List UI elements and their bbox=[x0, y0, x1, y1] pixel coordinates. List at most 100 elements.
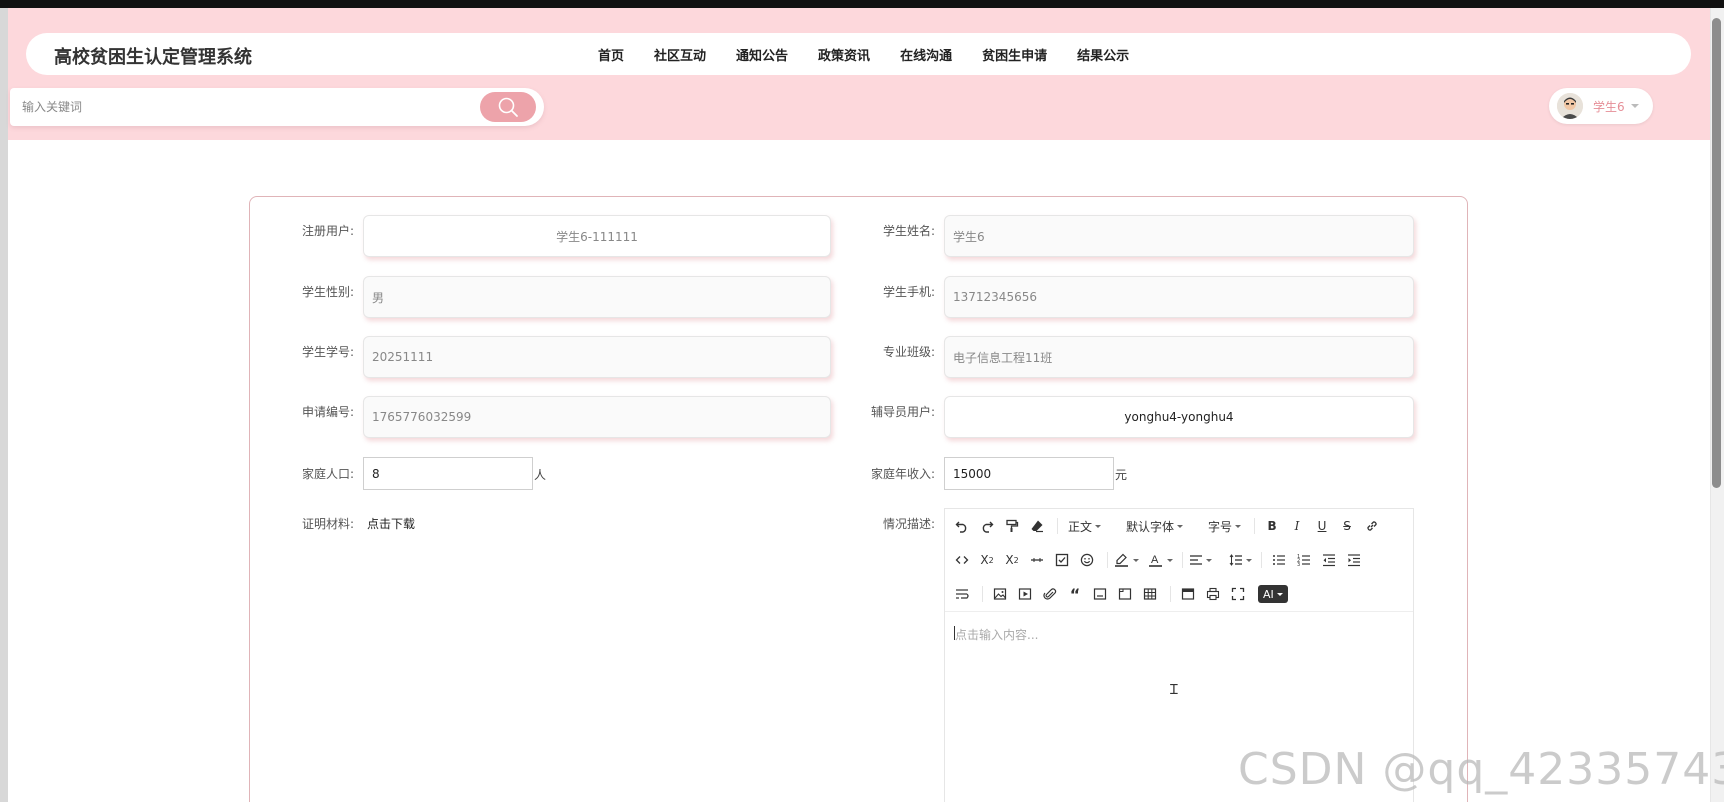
avatar bbox=[1557, 93, 1583, 119]
chevron-down-icon bbox=[1235, 524, 1242, 528]
horizontal-rule-icon[interactable] bbox=[1026, 548, 1048, 572]
nav-item-notices[interactable]: 通知公告 bbox=[736, 45, 788, 64]
toolbar-divider bbox=[1170, 586, 1171, 602]
class-field[interactable]: 电子信息工程11班 bbox=[944, 336, 1414, 378]
first-line-indent-icon[interactable] bbox=[951, 582, 973, 606]
clear-format-icon[interactable] bbox=[1026, 514, 1048, 538]
emoji-icon[interactable] bbox=[1076, 548, 1098, 572]
student-name-field[interactable]: 学生6 bbox=[944, 215, 1414, 257]
user-menu[interactable]: 学生6 bbox=[1549, 88, 1653, 124]
student-id-label: 学生学号: bbox=[301, 345, 354, 359]
toolbar-divider bbox=[1107, 552, 1108, 568]
format-painter-icon[interactable] bbox=[1001, 514, 1023, 538]
undo-icon[interactable] bbox=[951, 514, 973, 538]
image-icon[interactable] bbox=[989, 582, 1011, 606]
site-title: 高校贫困生认定管理系统 bbox=[54, 47, 252, 68]
nav-item-policy[interactable]: 政策资讯 bbox=[818, 45, 870, 64]
attachment-icon[interactable] bbox=[1039, 582, 1061, 606]
family-income-input[interactable]: 15000 bbox=[944, 457, 1114, 490]
chevron-down-icon bbox=[1095, 524, 1102, 528]
blockquote-icon[interactable]: “ bbox=[1064, 582, 1086, 606]
phone-label: 学生手机: bbox=[882, 285, 935, 299]
toolbar-divider bbox=[982, 586, 983, 602]
class-label: 专业班级: bbox=[882, 345, 935, 359]
editor-toolbar-row-3: “ AI bbox=[945, 577, 1413, 611]
paragraph-select[interactable]: 正文 bbox=[1064, 514, 1105, 538]
phone-field[interactable]: 13712345656 bbox=[944, 276, 1414, 318]
search-button[interactable] bbox=[480, 92, 536, 122]
link-icon[interactable] bbox=[1361, 514, 1383, 538]
chevron-down-icon bbox=[1276, 592, 1283, 596]
print-icon[interactable] bbox=[1202, 582, 1224, 606]
proof-label: 证明材料: bbox=[301, 517, 354, 531]
search-input[interactable] bbox=[22, 94, 462, 120]
student-id-field[interactable]: 20251111 bbox=[363, 336, 831, 378]
bullet-list-icon[interactable] bbox=[1268, 548, 1290, 572]
preview-icon[interactable] bbox=[1177, 582, 1199, 606]
editor-toolbar-row-2: X2 X2 A 123 bbox=[945, 543, 1413, 577]
nav-item-results[interactable]: 结果公示 bbox=[1077, 45, 1129, 64]
subscript-icon[interactable]: X2 bbox=[976, 548, 998, 572]
gender-label: 学生性别: bbox=[301, 285, 354, 299]
editor-placeholder: 点击输入内容... bbox=[955, 628, 1039, 642]
user-name: 学生6 bbox=[1593, 99, 1625, 114]
redo-icon[interactable] bbox=[976, 514, 998, 538]
checkbox-icon[interactable] bbox=[1051, 548, 1073, 572]
nav-menu: 首页 社区互动 通知公告 政策资讯 在线沟通 贫困生申请 结果公示 bbox=[598, 45, 1129, 64]
application-number-field[interactable]: 1765776032599 bbox=[363, 396, 831, 438]
highlight-color-icon[interactable] bbox=[1114, 548, 1139, 572]
chevron-down-icon bbox=[1133, 558, 1139, 562]
outdent-icon[interactable] bbox=[1318, 548, 1340, 572]
font-size-select[interactable]: 字号 bbox=[1204, 514, 1245, 538]
register-user-field[interactable]: 学生6-111111 bbox=[363, 215, 831, 257]
nav-item-home[interactable]: 首页 bbox=[598, 45, 624, 64]
ai-button[interactable]: AI bbox=[1258, 585, 1288, 603]
application-number-label: 申请编号: bbox=[301, 405, 354, 419]
ai-button-label: AI bbox=[1263, 587, 1274, 601]
svg-text:A: A bbox=[1151, 554, 1159, 566]
font-color-icon[interactable]: A bbox=[1148, 548, 1173, 572]
nav-item-chat[interactable]: 在线沟通 bbox=[900, 45, 952, 64]
table-cell-icon[interactable] bbox=[1114, 582, 1136, 606]
search-icon bbox=[498, 97, 518, 117]
toolbar-divider bbox=[1182, 552, 1183, 568]
table-icon[interactable] bbox=[1139, 582, 1161, 606]
paragraph-select-label: 正文 bbox=[1068, 519, 1093, 534]
indent-icon[interactable] bbox=[1343, 548, 1365, 572]
numbered-list-icon[interactable]: 123 bbox=[1293, 548, 1315, 572]
proof-download-link[interactable]: 点击下载 bbox=[367, 515, 415, 532]
gender-field[interactable]: 男 bbox=[363, 276, 831, 318]
scrollbar-thumb[interactable] bbox=[1712, 18, 1721, 488]
description-label: 情况描述: bbox=[882, 517, 935, 531]
search-bar bbox=[10, 88, 544, 126]
register-user-label: 注册用户: bbox=[301, 224, 354, 238]
family-income-label: 家庭年收入: bbox=[870, 467, 935, 481]
student-name-label: 学生姓名: bbox=[882, 224, 935, 238]
counselor-field[interactable]: yonghu4-yonghu4 bbox=[944, 396, 1414, 438]
family-income-unit: 元 bbox=[1115, 468, 1128, 482]
nav-item-application[interactable]: 贫困生申请 bbox=[982, 45, 1047, 64]
underline-icon[interactable]: U bbox=[1311, 514, 1333, 538]
line-height-icon[interactable] bbox=[1229, 548, 1252, 572]
toolbar-divider bbox=[1057, 518, 1058, 534]
svg-text:3: 3 bbox=[1297, 562, 1300, 567]
italic-icon[interactable]: I bbox=[1286, 514, 1308, 538]
window-top-edge bbox=[0, 0, 1724, 8]
strikethrough-icon[interactable]: S bbox=[1336, 514, 1358, 538]
align-icon[interactable] bbox=[1189, 548, 1212, 572]
chevron-down-icon bbox=[1630, 104, 1639, 108]
chevron-down-icon bbox=[1206, 558, 1212, 562]
superscript-icon[interactable]: X2 bbox=[1001, 548, 1023, 572]
toolbar-divider bbox=[1261, 552, 1262, 568]
bold-icon[interactable]: B bbox=[1261, 514, 1283, 538]
code-icon[interactable] bbox=[951, 548, 973, 572]
chevron-down-icon bbox=[1167, 558, 1173, 562]
window-left-edge bbox=[0, 8, 8, 802]
code-block-icon[interactable] bbox=[1089, 582, 1111, 606]
fullscreen-icon[interactable] bbox=[1227, 582, 1249, 606]
video-icon[interactable] bbox=[1014, 582, 1036, 606]
editor-toolbar-row-1: 正文 默认字体 字号 B I U S bbox=[945, 509, 1413, 543]
nav-item-community[interactable]: 社区互动 bbox=[654, 45, 706, 64]
font-family-select[interactable]: 默认字体 bbox=[1122, 514, 1187, 538]
family-size-input[interactable]: 8 bbox=[363, 457, 533, 490]
